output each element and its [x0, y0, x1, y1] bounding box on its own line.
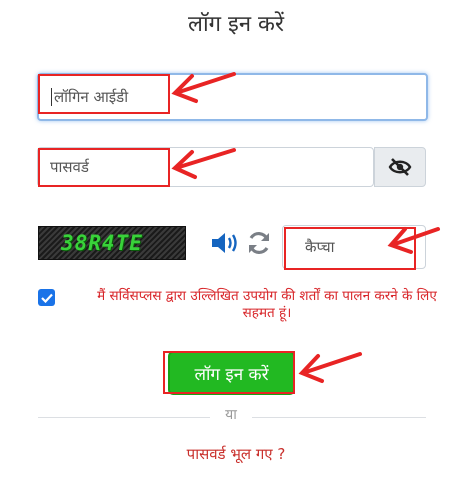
arrow-icon: [171, 148, 236, 179]
arrow-icon: [387, 227, 440, 254]
arrow-icon: [171, 72, 236, 103]
arrow-icon: [298, 352, 362, 383]
annotation-arrows: [171, 72, 440, 383]
